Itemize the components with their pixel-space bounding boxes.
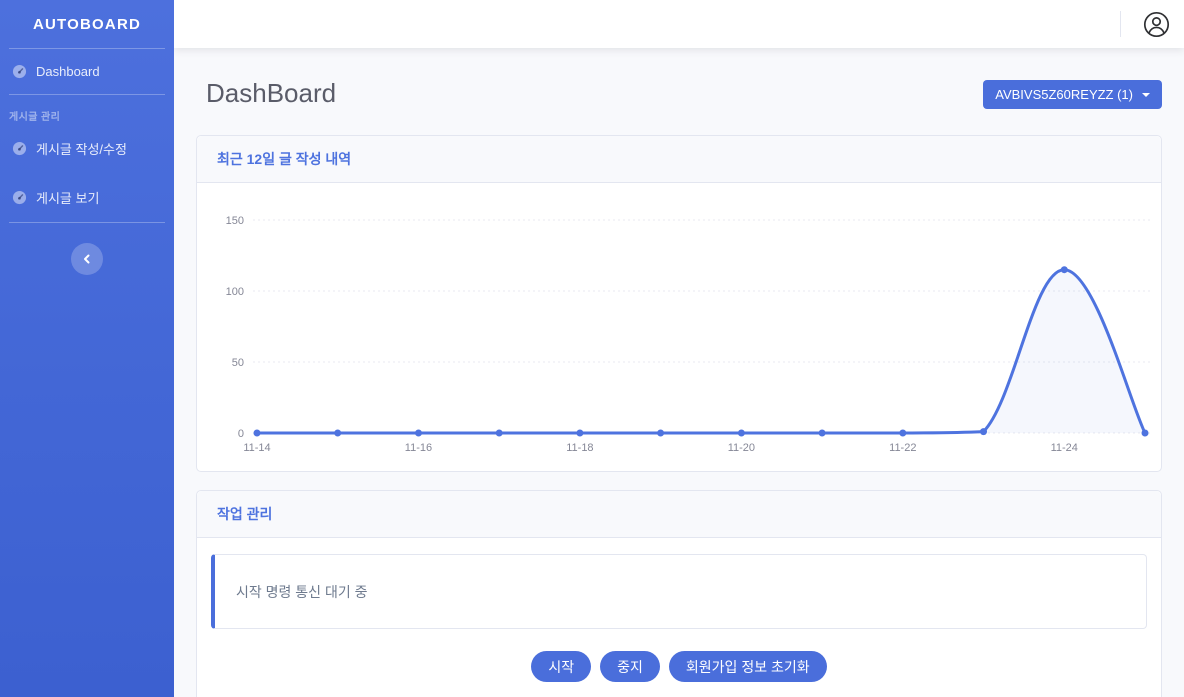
svg-text:11-14: 11-14 xyxy=(243,442,270,454)
card-title: 작업 관리 xyxy=(197,491,1161,538)
main-content: DashBoard AVBIVS5Z60REYZZ (1) 최근 12일 글 작… xyxy=(174,48,1184,697)
svg-text:0: 0 xyxy=(238,428,244,440)
svg-text:11-24: 11-24 xyxy=(1051,442,1078,454)
sidebar-item-dashboard[interactable]: Dashboard xyxy=(0,49,174,94)
sidebar-item-post-edit[interactable]: 게시글 작성/수정 xyxy=(0,124,174,173)
card-title: 최근 12일 글 작성 내역 xyxy=(197,136,1161,183)
svg-text:11-16: 11-16 xyxy=(405,442,432,454)
account-dropdown-label: AVBIVS5Z60REYZZ (1) xyxy=(995,87,1133,102)
reset-signup-info-button[interactable]: 회원가입 정보 초기화 xyxy=(669,651,827,682)
sidebar-item-label: 게시글 작성/수정 xyxy=(36,139,127,158)
svg-text:100: 100 xyxy=(226,286,244,298)
sidebar-item-label: 게시글 보기 xyxy=(36,188,99,207)
sidebar: AUTOBOARD Dashboard 게시글 관리 게시글 작성/수정 게시글… xyxy=(0,0,174,697)
sidebar-item-post-view[interactable]: 게시글 보기 xyxy=(0,173,174,222)
tachometer-icon xyxy=(12,141,27,156)
sidebar-collapse-button[interactable] xyxy=(71,243,103,275)
tachometer-icon xyxy=(12,190,27,205)
topbar xyxy=(174,0,1184,48)
sidebar-item-label: Dashboard xyxy=(36,64,100,79)
svg-text:11-20: 11-20 xyxy=(728,442,755,454)
divider xyxy=(9,222,165,223)
tachometer-icon xyxy=(12,64,27,79)
stop-button[interactable]: 중지 xyxy=(600,651,660,682)
svg-text:11-22: 11-22 xyxy=(889,442,916,454)
sidebar-section-heading: 게시글 관리 xyxy=(0,95,174,124)
user-circle-icon xyxy=(1143,11,1170,38)
svg-text:11-18: 11-18 xyxy=(566,442,593,454)
recent-posts-card: 최근 12일 글 작성 내역 0 50 100 150 11-14 11-16 11-18 1… xyxy=(196,135,1162,472)
chevron-left-icon xyxy=(82,254,92,264)
user-menu-button[interactable] xyxy=(1143,11,1170,38)
svg-text:150: 150 xyxy=(226,215,244,227)
svg-text:50: 50 xyxy=(232,357,244,369)
caret-down-icon xyxy=(1142,93,1150,97)
status-alert: 시작 명령 통신 대기 중 xyxy=(211,554,1147,629)
start-button[interactable]: 시작 xyxy=(531,651,591,682)
divider xyxy=(1120,11,1121,37)
status-alert-text: 시작 명령 통신 대기 중 xyxy=(236,582,367,602)
recent-posts-line-chart: 0 50 100 150 11-14 11-16 11-18 11-20 11-22 11-24 xyxy=(213,197,1165,469)
page-title: DashBoard xyxy=(196,78,336,109)
brand-title[interactable]: AUTOBOARD xyxy=(0,0,174,48)
job-management-card: 작업 관리 시작 명령 통신 대기 중 시작 중지 회원가입 정보 초기화 xyxy=(196,490,1162,697)
account-dropdown-button[interactable]: AVBIVS5Z60REYZZ (1) xyxy=(983,80,1162,109)
